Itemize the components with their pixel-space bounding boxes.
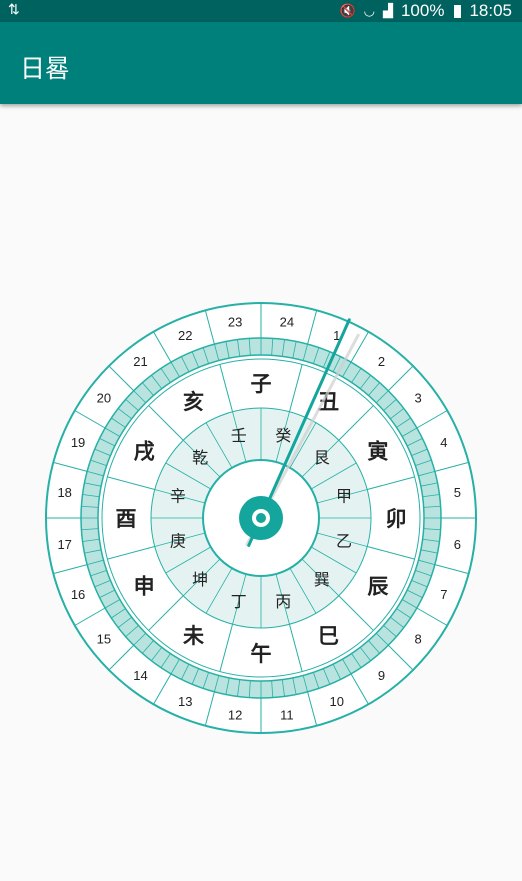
stem-label: 丙 <box>275 592 291 611</box>
hour-number: 18 <box>57 485 71 500</box>
hour-number: 6 <box>454 537 461 552</box>
hour-number: 9 <box>378 668 385 683</box>
hour-number: 19 <box>71 435 85 450</box>
hour-number: 13 <box>178 694 192 709</box>
stem-label: 巽 <box>314 570 330 589</box>
hour-number: 2 <box>378 354 385 369</box>
hour-number: 21 <box>133 354 147 369</box>
stem-label: 乙 <box>336 531 352 550</box>
hour-number: 20 <box>97 390 111 405</box>
branch-label: 卯 <box>386 507 407 531</box>
branch-label: 寅 <box>367 440 388 464</box>
hour-number: 24 <box>280 315 294 330</box>
stem-label: 丁 <box>231 592 247 611</box>
hour-number: 7 <box>440 587 447 602</box>
branch-label: 辰 <box>367 575 388 599</box>
hour-number: 5 <box>454 485 461 500</box>
branch-label: 申 <box>134 575 155 599</box>
stem-label: 庚 <box>170 531 186 550</box>
branch-label: 戌 <box>134 440 155 464</box>
stem-label: 癸 <box>275 426 291 445</box>
hub-center <box>256 513 266 523</box>
hour-number: 12 <box>228 707 242 722</box>
branch-label: 酉 <box>116 507 137 531</box>
hour-number: 16 <box>71 587 85 602</box>
hour-number: 14 <box>133 668 147 683</box>
branch-label: 午 <box>251 642 272 666</box>
hour-number: 22 <box>178 328 192 343</box>
hour-number: 3 <box>414 390 421 405</box>
hour-number: 8 <box>414 632 421 647</box>
stem-label: 坤 <box>192 570 208 589</box>
branch-label: 亥 <box>183 390 204 414</box>
branch-label: 子 <box>251 372 272 396</box>
hour-number: 23 <box>228 315 242 330</box>
hour-number: 17 <box>57 537 71 552</box>
stem-label: 辛 <box>170 487 186 506</box>
hour-number: 10 <box>330 694 344 709</box>
stem-label: 甲 <box>336 487 352 506</box>
stem-label: 艮 <box>314 448 330 467</box>
sundial: 241234567891011121314151617181920212223子… <box>45 302 477 734</box>
branch-label: 未 <box>183 624 204 648</box>
stem-label: 壬 <box>231 426 247 445</box>
hour-number: 15 <box>97 632 111 647</box>
branch-label: 巳 <box>318 624 339 648</box>
hour-number: 11 <box>280 707 294 722</box>
stem-label: 乾 <box>192 448 208 467</box>
hour-number: 4 <box>440 435 447 450</box>
